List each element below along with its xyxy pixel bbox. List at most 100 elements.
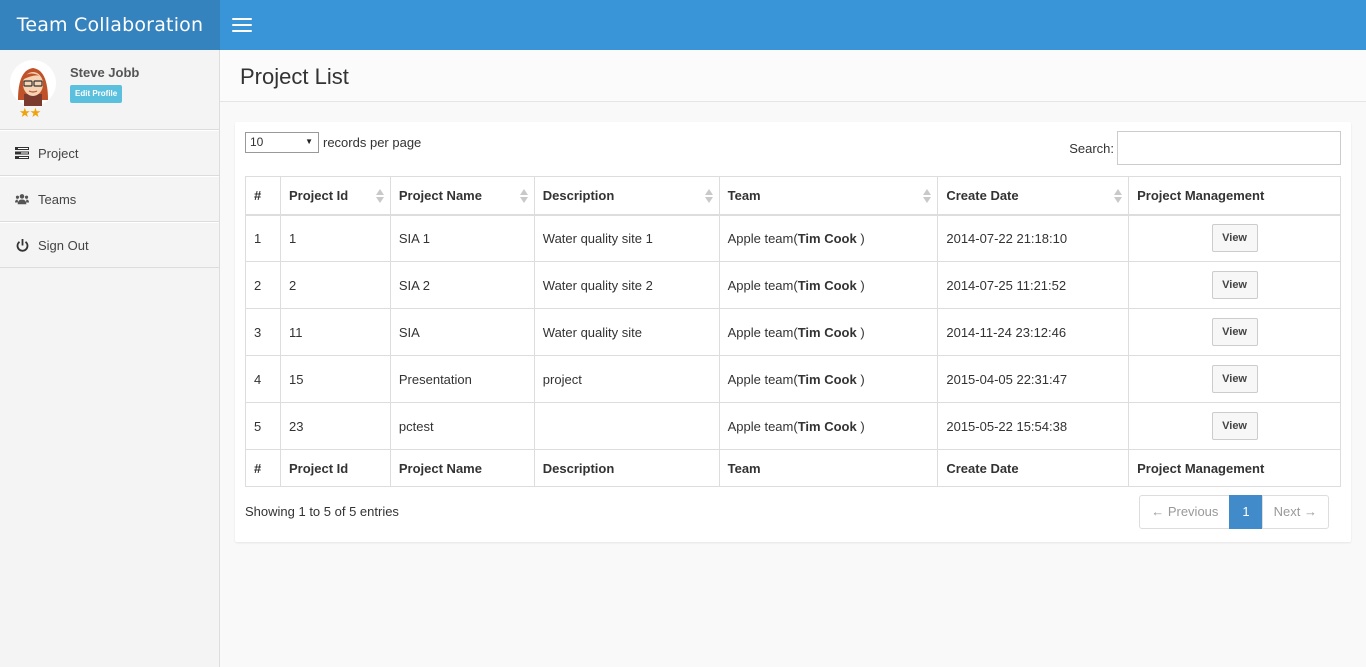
col-footer-project-name: Project Name — [389, 449, 535, 487]
caret-down-icon: ▼ — [305, 137, 313, 146]
user-panel: ★★ Steve Jobb Edit Profile — [0, 50, 219, 130]
cell-description: Water quality site — [533, 308, 720, 356]
sidebar: ★★ Steve Jobb Edit Profile Project Teams… — [0, 50, 220, 667]
cell-create-date: 2014-07-25 11:21:52 — [937, 261, 1130, 309]
brand-logo[interactable]: Team Collaboration — [0, 0, 220, 50]
team-lead: Tim Cook — [797, 324, 857, 340]
table-info: Showing 1 to 5 of 5 entries — [245, 504, 399, 519]
cell-project-name: SIA 1 — [389, 214, 535, 262]
col-footer-description: Description — [533, 449, 720, 487]
col-header-project-name[interactable]: Project Name — [389, 176, 535, 216]
cell-project-name: SIA — [389, 308, 535, 356]
menu-toggle-button[interactable] — [226, 10, 258, 40]
page-1-button[interactable]: 1 — [1229, 495, 1263, 529]
cell-project-name: Presentation — [389, 355, 535, 403]
view-button[interactable]: View — [1211, 412, 1258, 440]
cell-num: 2 — [245, 261, 281, 309]
sort-icon — [923, 188, 932, 204]
cell-num: 5 — [245, 402, 281, 450]
cell-team: Apple team(Tim Cook ) — [718, 402, 939, 450]
sidebar-item-teams[interactable]: Teams — [0, 176, 219, 222]
cell-create-date: 2014-07-22 21:18:10 — [937, 214, 1130, 262]
cell-create-date: 2015-05-22 15:54:38 — [937, 402, 1130, 450]
project-table: # Project Id Project Name Description Te… — [245, 176, 1341, 487]
cell-project-id: 15 — [279, 355, 391, 403]
cell-actions: View — [1128, 261, 1341, 309]
team-lead: Tim Cook — [797, 277, 857, 293]
user-name: Steve Jobb — [70, 65, 140, 80]
cell-num: 1 — [245, 214, 281, 262]
avatar — [10, 60, 56, 106]
table-row: 5 23 pctest Apple team(Tim Cook ) 2015-0… — [245, 402, 1341, 450]
view-button[interactable]: View — [1211, 365, 1258, 393]
sidebar-item-label: Project — [38, 145, 79, 161]
table-row: 4 15 Presentation project Apple team(Tim… — [245, 355, 1341, 403]
cell-description: project — [533, 355, 720, 403]
content-header: Project List — [220, 50, 1366, 102]
cell-team: Apple team(Tim Cook ) — [718, 355, 939, 403]
page-title: Project List — [240, 64, 349, 89]
cell-description: Water quality site 2 — [533, 261, 720, 309]
table-row: 2 2 SIA 2 Water quality site 2 Apple tea… — [245, 261, 1341, 309]
table-row: 3 11 SIA Water quality site Apple team(T… — [245, 308, 1341, 356]
col-header-project-management: Project Management — [1128, 176, 1341, 216]
records-per-page-label: records per page — [323, 135, 422, 150]
col-header-create-date[interactable]: Create Date — [937, 176, 1130, 216]
cell-num: 4 — [245, 355, 281, 403]
sort-icon — [1114, 188, 1123, 204]
search-box: Search: — [1069, 131, 1341, 165]
records-per-page: 10 ▼ records per page — [245, 132, 421, 153]
view-button[interactable]: View — [1211, 224, 1258, 253]
cell-project-name: pctest — [389, 402, 535, 450]
sort-icon — [375, 188, 384, 204]
cell-project-id: 11 — [279, 308, 391, 356]
cell-project-id: 2 — [279, 261, 391, 309]
table-footer-row: # Project Id Project Name Description Te… — [245, 449, 1341, 487]
next-page-button[interactable]: Next → — [1261, 495, 1329, 529]
sort-icon — [519, 188, 528, 204]
col-footer-project-management: Project Management — [1128, 449, 1341, 487]
hamburger-icon — [232, 18, 252, 20]
team-lead: Tim Cook — [797, 371, 857, 387]
pagination: ← Previous 1 Next → — [1139, 495, 1329, 529]
col-footer-create-date: Create Date — [937, 449, 1130, 487]
col-header-team[interactable]: Team — [718, 176, 939, 216]
cell-actions: View — [1128, 214, 1341, 262]
sort-icon — [704, 188, 713, 204]
cell-actions: View — [1128, 355, 1341, 403]
team-lead: Tim Cook — [797, 230, 857, 246]
previous-page-button[interactable]: ← Previous — [1139, 495, 1231, 529]
cell-description: Water quality site 1 — [533, 214, 720, 262]
records-per-page-select[interactable]: 10 ▼ — [245, 132, 319, 153]
col-header-num[interactable]: # — [245, 176, 281, 216]
sidebar-item-label: Teams — [38, 191, 77, 207]
sidebar-item-label: Sign Out — [38, 237, 89, 253]
col-header-project-id[interactable]: Project Id — [279, 176, 391, 216]
cell-project-id: 23 — [279, 402, 391, 450]
sidebar-item-sign-out[interactable]: Sign Out — [0, 222, 219, 268]
sidebar-item-project[interactable]: Project — [0, 130, 219, 176]
team-lead: Tim Cook — [797, 418, 857, 434]
cell-team: Apple team(Tim Cook ) — [718, 308, 939, 356]
tasks-icon — [15, 146, 29, 160]
users-icon — [15, 192, 29, 206]
power-icon — [15, 238, 29, 252]
col-footer-num: # — [245, 449, 281, 487]
search-label: Search: — [1069, 140, 1114, 156]
top-navbar: Team Collaboration — [0, 0, 1366, 50]
project-list-box: 10 ▼ records per page Search: # Project … — [235, 122, 1351, 542]
view-button[interactable]: View — [1211, 318, 1258, 346]
cell-actions: View — [1128, 402, 1341, 450]
col-footer-team: Team — [718, 449, 939, 487]
rating-stars: ★★ — [19, 105, 41, 120]
col-header-description[interactable]: Description — [533, 176, 720, 216]
table-header-row: # Project Id Project Name Description Te… — [245, 176, 1341, 216]
col-footer-project-id: Project Id — [279, 449, 391, 487]
search-input[interactable] — [1117, 131, 1341, 165]
view-button[interactable]: View — [1211, 271, 1258, 299]
cell-actions: View — [1128, 308, 1341, 356]
cell-team: Apple team(Tim Cook ) — [718, 214, 939, 262]
cell-num: 3 — [245, 308, 281, 356]
edit-profile-button[interactable]: Edit Profile — [70, 85, 123, 103]
cell-description — [533, 402, 720, 450]
